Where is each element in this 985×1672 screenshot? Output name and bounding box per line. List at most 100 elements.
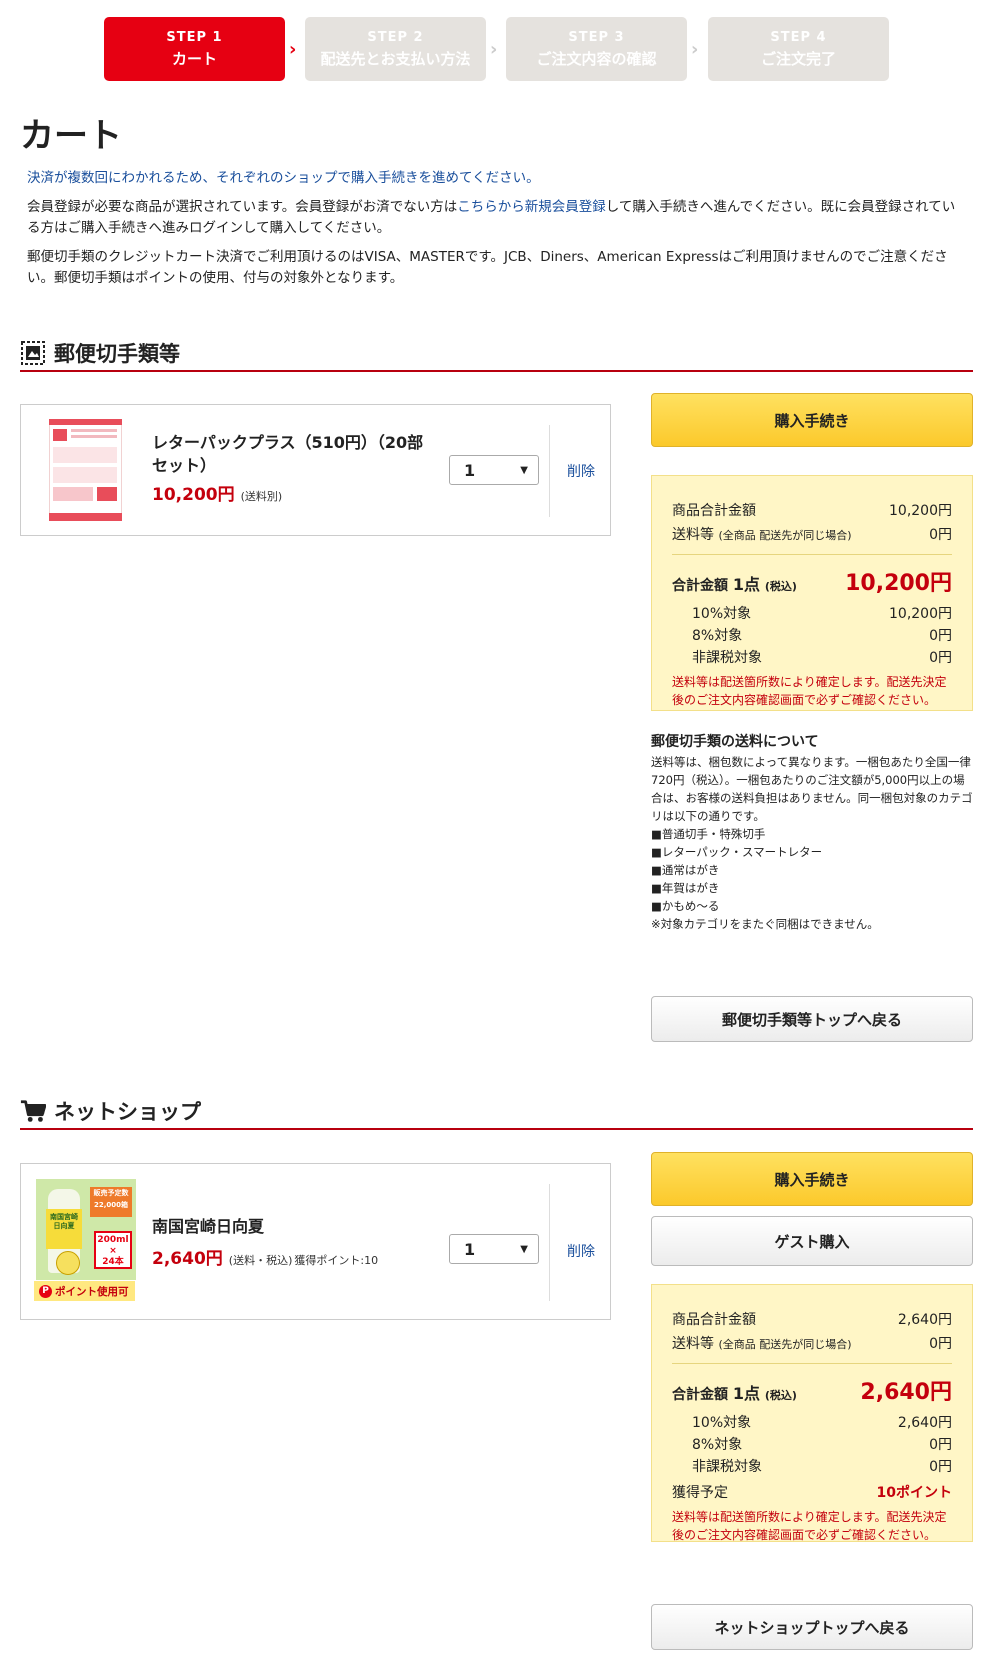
point-icon: P — [39, 1284, 52, 1298]
product-name[interactable]: レターパックプラス（510円）（20部セット） — [152, 431, 432, 477]
shipping-info-footer: ※対象カテゴリをまたぐ同梱はできません。 — [651, 917, 879, 931]
order-summary: 商品合計金額 2,640円 送料等 (全商品 配送先が同じ場合) 0円 合計金額 1… — [651, 1284, 973, 1542]
checkout-steps: STEP 1 カート › STEP 2 配送先とお支払い方法 › STEP 3 … — [104, 17, 890, 81]
shipping-category: ■年賀はがき — [651, 881, 720, 895]
stamp-icon — [21, 341, 45, 365]
tax10-value: 10,200円 — [889, 606, 952, 622]
volume-badge: 200ml × 24本 — [94, 1231, 132, 1269]
price-value: 10,200円 — [152, 485, 235, 505]
shipping-label: 送料等 — [672, 527, 714, 543]
back-to-netshop-button[interactable]: ネットショップトップへ戻る — [651, 1604, 973, 1650]
nontax-row: 非課税対象 0円 — [672, 647, 952, 667]
subtotal-label: 商品合計金額 — [672, 503, 756, 519]
shipping-category: ■普通切手・特殊切手 — [651, 827, 766, 841]
chevron-right-icon: › — [691, 39, 699, 60]
shipping-label: 送料等 — [672, 1336, 714, 1352]
total-row: 合計金額 1点 (税込) 2,640円 — [672, 1374, 952, 1406]
tax10-row: 10%対象 10,200円 — [672, 603, 952, 623]
checkout-button[interactable]: 購入手続き — [651, 1152, 973, 1206]
shipping-row: 送料等 (全商品 配送先が同じ場合) 0円 — [672, 1333, 952, 1363]
nontax-value: 0円 — [929, 650, 952, 666]
product-name[interactable]: 南国宮崎日向夏 — [152, 1215, 264, 1238]
chevron-right-icon: › — [289, 39, 297, 60]
tax8-row: 8%対象 0円 — [672, 625, 952, 645]
guest-checkout-button[interactable]: ゲスト購入 — [651, 1216, 973, 1266]
tax8-value: 0円 — [929, 1437, 952, 1453]
tax10-label: 10%対象 — [692, 1415, 752, 1431]
points-usable-label: ポイント使用可 — [55, 1285, 129, 1298]
delete-link[interactable]: 削除 — [567, 1241, 595, 1261]
divider — [672, 554, 952, 555]
step-label: ご注文内容の確認 — [536, 49, 657, 68]
intro-text: 決済が複数回にわかれるため、それぞれのショップで購入手続きを進めてください。 会… — [27, 168, 962, 297]
tax-note: (税込) — [764, 1389, 797, 1402]
shipping-warning: 送料等は配送箇所数により確定します。配送先決定後のご注文内容確認画面で必ずご確認… — [672, 1510, 947, 1542]
shipping-info-heading: 郵便切手類の送料について — [651, 734, 819, 750]
page-title: カート — [20, 116, 122, 156]
shipping-warning: 送料等は配送箇所数により確定します。配送先決定後のご注文内容確認画面で必ずご確認… — [672, 675, 947, 707]
step-1: STEP 1 カート — [104, 17, 285, 81]
volume-count: 24本 — [102, 1257, 124, 1267]
quantity-select[interactable]: 1 ▼ — [449, 1234, 539, 1264]
sales-badge: 販売予定数 22,000箱 — [90, 1187, 132, 1217]
mascot-image — [56, 1251, 80, 1275]
product-price: 2,640円 (送料・税込) 獲得ポイント:10 — [152, 1244, 378, 1269]
nontax-row: 非課税対象 0円 — [672, 1456, 952, 1476]
section-stamps: 郵便切手類等 — [20, 336, 973, 372]
price-note: (送料別) — [240, 490, 283, 503]
divider — [672, 1363, 952, 1364]
total-label: 合計金額 — [672, 1387, 728, 1403]
volume-times: × — [109, 1246, 117, 1256]
shipping-category: ■通常はがき — [651, 863, 720, 877]
item-count: 1点 — [732, 575, 761, 594]
subtotal-value: 2,640円 — [897, 1312, 952, 1328]
volume-size: 200ml — [97, 1235, 129, 1245]
points-usable-badge: P ポイント使用可 — [34, 1281, 135, 1301]
chevron-down-icon: ▼ — [520, 1243, 528, 1255]
nontax-label: 非課税対象 — [692, 1459, 762, 1475]
chevron-down-icon: ▼ — [520, 464, 528, 476]
price-value: 2,640円 — [152, 1249, 223, 1269]
member-notice-text: 会員登録が必要な商品が選択されています。会員登録がお済でない方は — [27, 199, 458, 215]
back-to-stamps-button[interactable]: 郵便切手類等トップへ戻る — [651, 996, 973, 1042]
step-number: STEP 3 — [568, 29, 625, 45]
order-summary: 商品合計金額 10,200円 送料等 (全商品 配送先が同じ場合) 0円 合計金額 … — [651, 475, 973, 711]
shipping-row: 送料等 (全商品 配送先が同じ場合) 0円 — [672, 524, 952, 554]
step-3: STEP 3 ご注文内容の確認 — [506, 17, 687, 81]
member-notice: 会員登録が必要な商品が選択されています。会員登録がお済でない方はこちらから新規会… — [27, 197, 962, 239]
checkout-button[interactable]: 購入手続き — [651, 393, 973, 447]
total-value: 10,200円 — [845, 571, 952, 596]
tax8-row: 8%対象 0円 — [672, 1434, 952, 1454]
shipping-value: 0円 — [929, 1336, 952, 1352]
tax10-label: 10%対象 — [692, 606, 752, 622]
quantity-value: 1 — [464, 1239, 476, 1259]
chevron-right-icon: › — [490, 39, 498, 60]
tax8-label: 8%対象 — [692, 628, 743, 644]
quantity-select[interactable]: 1 ▼ — [449, 455, 539, 485]
shipping-value: 0円 — [929, 527, 952, 543]
points-row: 獲得予定 10ポイント — [672, 1482, 952, 1502]
credit-notice: 郵便切手類のクレジットカート決済でご利用頂けるのはVISA、MASTERです。J… — [27, 249, 948, 286]
nontax-label: 非課税対象 — [692, 650, 762, 666]
price-note: (送料・税込) — [228, 1254, 293, 1267]
shipping-category: ■レターパック・スマートレター — [651, 845, 823, 859]
shipping-info-body: 送料等は、梱包数によって異なります。一梱包あたり全国一律720円（税込）。一梱包… — [651, 755, 973, 823]
subtotal-row: 商品合計金額 10,200円 — [672, 500, 952, 520]
product-image[interactable]: 南国宮崎 日向夏 販売予定数 22,000箱 200ml × 24本 — [36, 1179, 136, 1280]
cart-item-letterpack: レターパックプラス（510円）（20部セット） 10,200円 (送料別) 1 ▼ … — [20, 404, 611, 536]
step-label: ご注文完了 — [760, 49, 836, 68]
tax8-label: 8%対象 — [692, 1437, 743, 1453]
register-link[interactable]: こちらから新規会員登録 — [457, 199, 606, 215]
nontax-value: 0円 — [929, 1459, 952, 1475]
points-label: 獲得予定 — [672, 1485, 728, 1501]
step-label: カート — [171, 49, 217, 68]
product-image[interactable] — [48, 418, 123, 522]
sales-badge-label: 販売予定数 — [93, 1189, 129, 1197]
delete-link[interactable]: 削除 — [567, 461, 595, 481]
total-value: 2,640円 — [860, 1380, 952, 1405]
step-2: STEP 2 配送先とお支払い方法 — [305, 17, 486, 81]
section-title: ネットショップ — [54, 1100, 201, 1124]
tax-note: (税込) — [764, 580, 797, 593]
step-number: STEP 1 — [166, 29, 223, 45]
shipping-category: ■かもめ～る — [651, 899, 720, 913]
